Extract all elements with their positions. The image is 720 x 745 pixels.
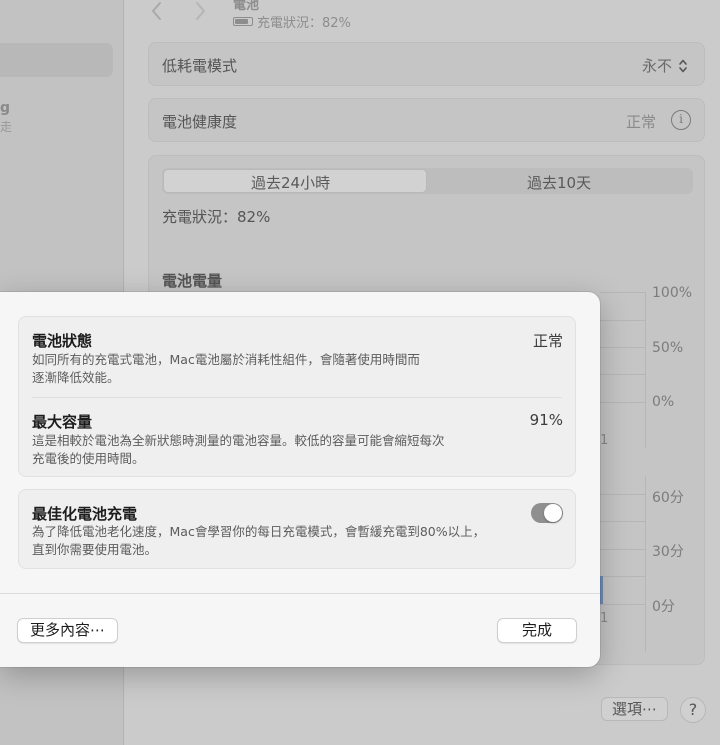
battery-condition-description: 如同所有的充電式電池，Mac電池屬於消耗性組件，會隨著使用時間而 逐漸降低效能。 <box>32 351 502 387</box>
low-power-mode-row: 低耗電模式 永不 <box>148 42 705 86</box>
optimized-charging-group: 最佳化電池充電 為了降低電池老化速度，Mac會學習你的每日充電模式，會暫緩充電到… <box>18 489 576 569</box>
usage-chart-axis <box>645 476 646 652</box>
description-line: 直到你需要使用電池。 <box>32 542 158 557</box>
level-chart-axis <box>645 292 646 448</box>
battery-condition-value: 正常 <box>532 332 563 350</box>
low-power-mode-value: 永不 <box>641 57 672 75</box>
max-capacity-value: 91% <box>529 411 563 429</box>
level-axis-label: 50% <box>652 340 684 356</box>
history-charge-status: 充電狀況：82% <box>162 208 271 226</box>
battery-health-row: 電池健康度 正常 i <box>148 98 705 142</box>
usage-bar <box>600 576 603 604</box>
battery-health-value: 正常 <box>625 113 656 131</box>
description-line: 這是相較於電池為全新狀態時測量的電池容量。較低的容量可能會縮短每次 <box>32 433 445 448</box>
chevron-left-icon <box>152 2 161 20</box>
divider <box>32 397 562 398</box>
battery-condition-title: 電池狀態 <box>32 332 93 350</box>
more-info-button[interactable]: 更多內容⋯ <box>17 618 118 643</box>
battery-health-dialog: 電池狀態 正常 如同所有的充電式電池，Mac電池屬於消耗性組件，會隨著使用時間而… <box>0 292 600 667</box>
toggle-knob <box>544 504 562 522</box>
optimized-charging-description: 為了降低電池老化速度，Mac會學習你的每日充電模式，會暫緩充電到80%以上， 直… <box>32 523 532 559</box>
low-power-mode-label: 低耗電模式 <box>162 57 238 75</box>
battery-info-group: 電池狀態 正常 如同所有的充電式電池，Mac電池屬於消耗性組件，會隨著使用時間而… <box>18 316 576 477</box>
battery-icon <box>233 17 253 26</box>
tab-last-24-hours[interactable]: 過去24小時 <box>251 172 330 193</box>
grid-line <box>600 374 645 375</box>
level-chart-x-label: 1 <box>600 433 609 448</box>
header-status: 充電狀況：82% <box>233 12 351 31</box>
history-range-tabs: 過去24小時 過去10天 <box>162 168 693 194</box>
grid-line <box>600 320 645 321</box>
grid-line <box>600 292 645 293</box>
description-line: 如同所有的充電式電池，Mac電池屬於消耗性組件，會隨著使用時間而 <box>32 352 420 367</box>
grid-line <box>600 347 645 348</box>
grid-line <box>600 549 645 550</box>
description-line: 逐漸降低效能。 <box>32 370 120 385</box>
battery-health-label: 電池健康度 <box>162 113 238 131</box>
max-capacity-description: 這是相較於電池為全新狀態時測量的電池容量。較低的容量可能會縮短每次 充電後的使用… <box>32 432 502 468</box>
usage-axis-label: 30分 <box>652 544 684 560</box>
level-axis-label: 0% <box>652 394 675 410</box>
grid-line <box>600 604 645 605</box>
level-axis-label: 100% <box>652 285 693 301</box>
grid-line <box>600 494 645 495</box>
low-power-mode-select[interactable]: 永不 <box>642 55 688 76</box>
description-line: 為了降低電池老化速度，Mac會學習你的每日充電模式，會暫緩充電到80%以上， <box>32 524 486 539</box>
grid-line <box>600 402 645 403</box>
sidebar-item-fragment[interactable]: g <box>0 100 10 116</box>
options-button[interactable]: 選項⋯ <box>601 697 668 721</box>
header-status-text: 充電狀況：82% <box>257 16 351 31</box>
up-down-chevron-icon <box>679 59 687 72</box>
dialog-footer-divider <box>0 593 600 594</box>
usage-chart-x-label: 1 <box>600 611 609 626</box>
optimized-charging-title: 最佳化電池充電 <box>32 505 138 523</box>
help-button[interactable]: ? <box>680 697 706 723</box>
sidebar-item-sub-fragment: 走 <box>0 120 13 134</box>
usage-axis-label: 60分 <box>652 490 684 506</box>
optimized-charging-toggle[interactable] <box>531 503 563 523</box>
usage-axis-label: 0分 <box>652 599 675 615</box>
tab-last-10-days[interactable]: 過去10天 <box>527 172 591 193</box>
chevron-right-icon <box>196 2 205 20</box>
grid-line <box>600 576 645 577</box>
max-capacity-title: 最大容量 <box>32 413 93 431</box>
battery-level-heading: 電池電量 <box>162 272 223 290</box>
grid-line <box>600 521 645 522</box>
forward-button[interactable] <box>193 0 207 28</box>
info-icon[interactable]: i <box>671 110 691 130</box>
back-button[interactable] <box>150 0 164 28</box>
sidebar-selected-item[interactable] <box>0 43 113 77</box>
description-line: 充電後的使用時間。 <box>32 451 145 466</box>
done-button[interactable]: 完成 <box>497 618 577 643</box>
